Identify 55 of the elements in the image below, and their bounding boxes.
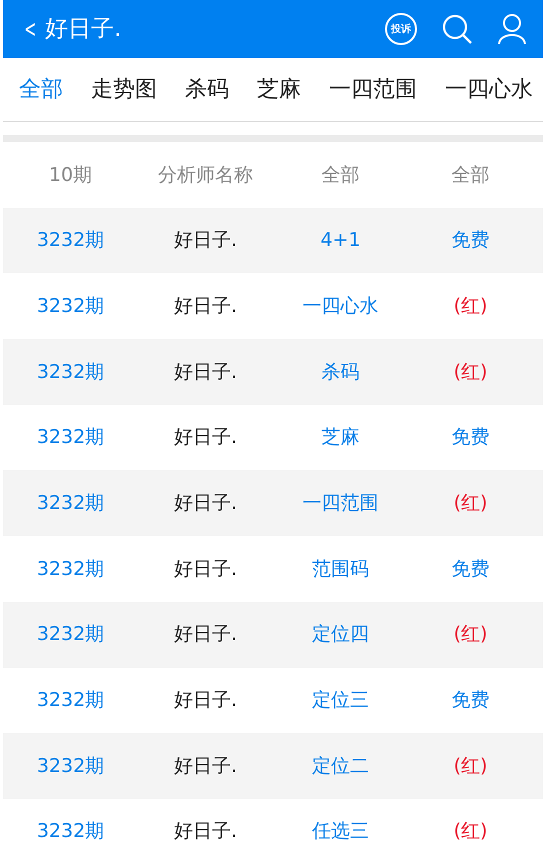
analyst-name: 好日子.: [174, 229, 238, 252]
result-label: (红): [454, 492, 488, 514]
column-header[interactable]: 10期: [48, 164, 92, 186]
page-title: 好日子.: [45, 14, 122, 44]
analyst-name: 好日子.: [174, 294, 238, 317]
issue-link[interactable]: 3232期: [36, 558, 104, 580]
category-tab[interactable]: 一四心水: [445, 73, 533, 106]
analyst-name: 好日子.: [174, 558, 238, 580]
result-label: (红): [454, 360, 488, 383]
result-label: (红): [454, 754, 488, 777]
result-label: (红): [454, 294, 488, 317]
result-label: 免费: [452, 229, 490, 252]
prediction-type[interactable]: 定位二: [312, 754, 369, 777]
issue-link[interactable]: 3232期: [36, 689, 104, 712]
issue-link[interactable]: 3232期: [36, 360, 104, 383]
prediction-type[interactable]: 范围码: [312, 558, 369, 580]
prediction-type[interactable]: 一四心水: [302, 294, 378, 317]
result-label: (红): [454, 623, 488, 646]
back-button[interactable]: <: [24, 17, 40, 41]
analyst-name: 好日子.: [174, 426, 238, 448]
user-icon[interactable]: [497, 13, 527, 45]
search-icon[interactable]: [441, 13, 473, 45]
analyst-name: 好日子.: [174, 623, 238, 646]
category-tab[interactable]: 走势图: [91, 73, 157, 106]
issue-link[interactable]: 3232期: [36, 229, 104, 252]
issue-link[interactable]: 3232期: [36, 294, 104, 317]
result-label: 免费: [452, 426, 490, 448]
category-tab[interactable]: 全部: [19, 73, 63, 106]
prediction-type[interactable]: 芝麻: [322, 426, 360, 448]
issue-link[interactable]: 3232期: [36, 492, 104, 514]
analyst-name: 好日子.: [174, 360, 238, 383]
analyst-name: 好日子.: [174, 754, 238, 777]
issue-link[interactable]: 3232期: [36, 623, 104, 646]
issue-link[interactable]: 3232期: [36, 820, 104, 842]
prediction-type[interactable]: 任选三: [312, 820, 369, 842]
category-tab[interactable]: 杀码: [185, 73, 229, 106]
complaint-button[interactable]: 投诉: [385, 13, 417, 45]
result-label: (红): [454, 820, 488, 842]
prediction-type[interactable]: 一四范围: [302, 492, 378, 514]
issue-link[interactable]: 3232期: [36, 754, 104, 777]
category-tab[interactable]: 一四范围: [329, 73, 417, 106]
prediction-type[interactable]: 4+1: [320, 229, 361, 252]
result-label: 免费: [452, 689, 490, 712]
column-header[interactable]: 全部: [452, 164, 490, 186]
result-label: 免费: [452, 558, 490, 580]
column-header[interactable]: 分析师名称: [158, 164, 253, 186]
analyst-name: 好日子.: [174, 492, 238, 514]
prediction-type[interactable]: 定位四: [312, 623, 369, 646]
analyst-name: 好日子.: [174, 820, 238, 842]
issue-link[interactable]: 3232期: [36, 426, 104, 448]
analyst-name: 好日子.: [174, 689, 238, 712]
prediction-type[interactable]: 杀码: [322, 360, 360, 383]
column-header[interactable]: 全部: [322, 164, 360, 186]
prediction-type[interactable]: 定位三: [312, 689, 369, 712]
category-tab[interactable]: 芝麻: [257, 73, 301, 106]
